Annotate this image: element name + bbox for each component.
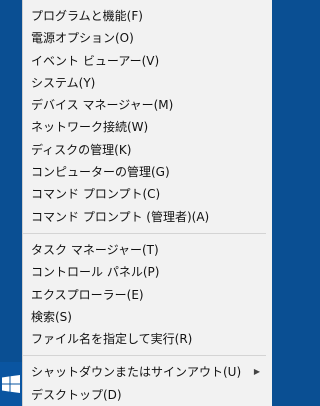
menu-item-label: デバイス マネージャー(M)	[31, 98, 174, 113]
menu-item-disk-management[interactable]: ディスクの管理(K)	[23, 139, 272, 161]
menu-item-control-panel[interactable]: コントロール パネル(P)	[23, 261, 272, 283]
menu-item-label: プログラムと機能(F)	[31, 9, 143, 23]
menu-item-power-options[interactable]: 電源オプション(O)	[23, 27, 272, 49]
menu-separator	[23, 355, 266, 357]
windows-logo-icon	[2, 375, 20, 393]
menu-item-system[interactable]: システム(Y)	[23, 72, 272, 94]
menu-item-programs-and-features[interactable]: プログラムと機能(F)	[23, 5, 272, 27]
menu-item-label: システム(Y)	[31, 75, 96, 90]
quick-link-menu: プログラムと機能(F) 電源オプション(O) イベント ビューアー(V) システ…	[22, 0, 272, 406]
menu-group-tools: タスク マネージャー(T) コントロール パネル(P) エクスプローラー(E) …	[23, 239, 272, 350]
menu-item-run[interactable]: ファイル名を指定して実行(R)	[23, 328, 272, 350]
menu-group-system: プログラムと機能(F) 電源オプション(O) イベント ビューアー(V) システ…	[23, 0, 272, 228]
menu-item-event-viewer[interactable]: イベント ビューアー(V)	[23, 50, 272, 72]
menu-item-label: 検索(S)	[31, 309, 72, 324]
menu-item-computer-management[interactable]: コンピューターの管理(G)	[23, 161, 272, 183]
menu-item-label: エクスプローラー(E)	[31, 287, 144, 302]
menu-item-shutdown-or-sign-out[interactable]: シャットダウンまたはサインアウト(U) ▶	[23, 361, 272, 383]
menu-item-command-prompt-admin[interactable]: コマンド プロンプト (管理者)(A)	[23, 206, 272, 228]
menu-item-label: ネットワーク接続(W)	[31, 120, 149, 135]
menu-separator	[23, 232, 266, 234]
menu-item-explorer[interactable]: エクスプローラー(E)	[23, 284, 272, 306]
menu-item-label: シャットダウンまたはサインアウト(U)	[31, 365, 242, 380]
menu-item-search[interactable]: 検索(S)	[23, 306, 272, 328]
menu-item-task-manager[interactable]: タスク マネージャー(T)	[23, 239, 272, 261]
menu-item-label: ディスクの管理(K)	[31, 142, 132, 157]
menu-group-session: シャットダウンまたはサインアウト(U) ▶ デスクトップ(D)	[23, 361, 272, 406]
menu-item-label: コントロール パネル(P)	[31, 265, 160, 280]
menu-item-network-connections[interactable]: ネットワーク接続(W)	[23, 116, 272, 138]
start-button[interactable]	[0, 362, 22, 406]
menu-item-label: デスクトップ(D)	[31, 387, 122, 402]
menu-item-desktop[interactable]: デスクトップ(D)	[23, 384, 272, 406]
menu-item-label: 電源オプション(O)	[31, 31, 134, 46]
desktop-background	[0, 0, 22, 406]
menu-item-label: タスク マネージャー(T)	[31, 242, 159, 257]
menu-item-command-prompt[interactable]: コマンド プロンプト(C)	[23, 183, 272, 205]
menu-item-label: コマンド プロンプト(C)	[31, 187, 161, 202]
menu-item-label: コマンド プロンプト (管理者)(A)	[31, 209, 210, 224]
menu-item-label: ファイル名を指定して実行(R)	[31, 332, 193, 347]
chevron-right-icon: ▶	[253, 367, 260, 377]
menu-item-device-manager[interactable]: デバイス マネージャー(M)	[23, 94, 272, 116]
menu-item-label: イベント ビューアー(V)	[31, 53, 160, 68]
menu-item-label: コンピューターの管理(G)	[31, 165, 170, 180]
